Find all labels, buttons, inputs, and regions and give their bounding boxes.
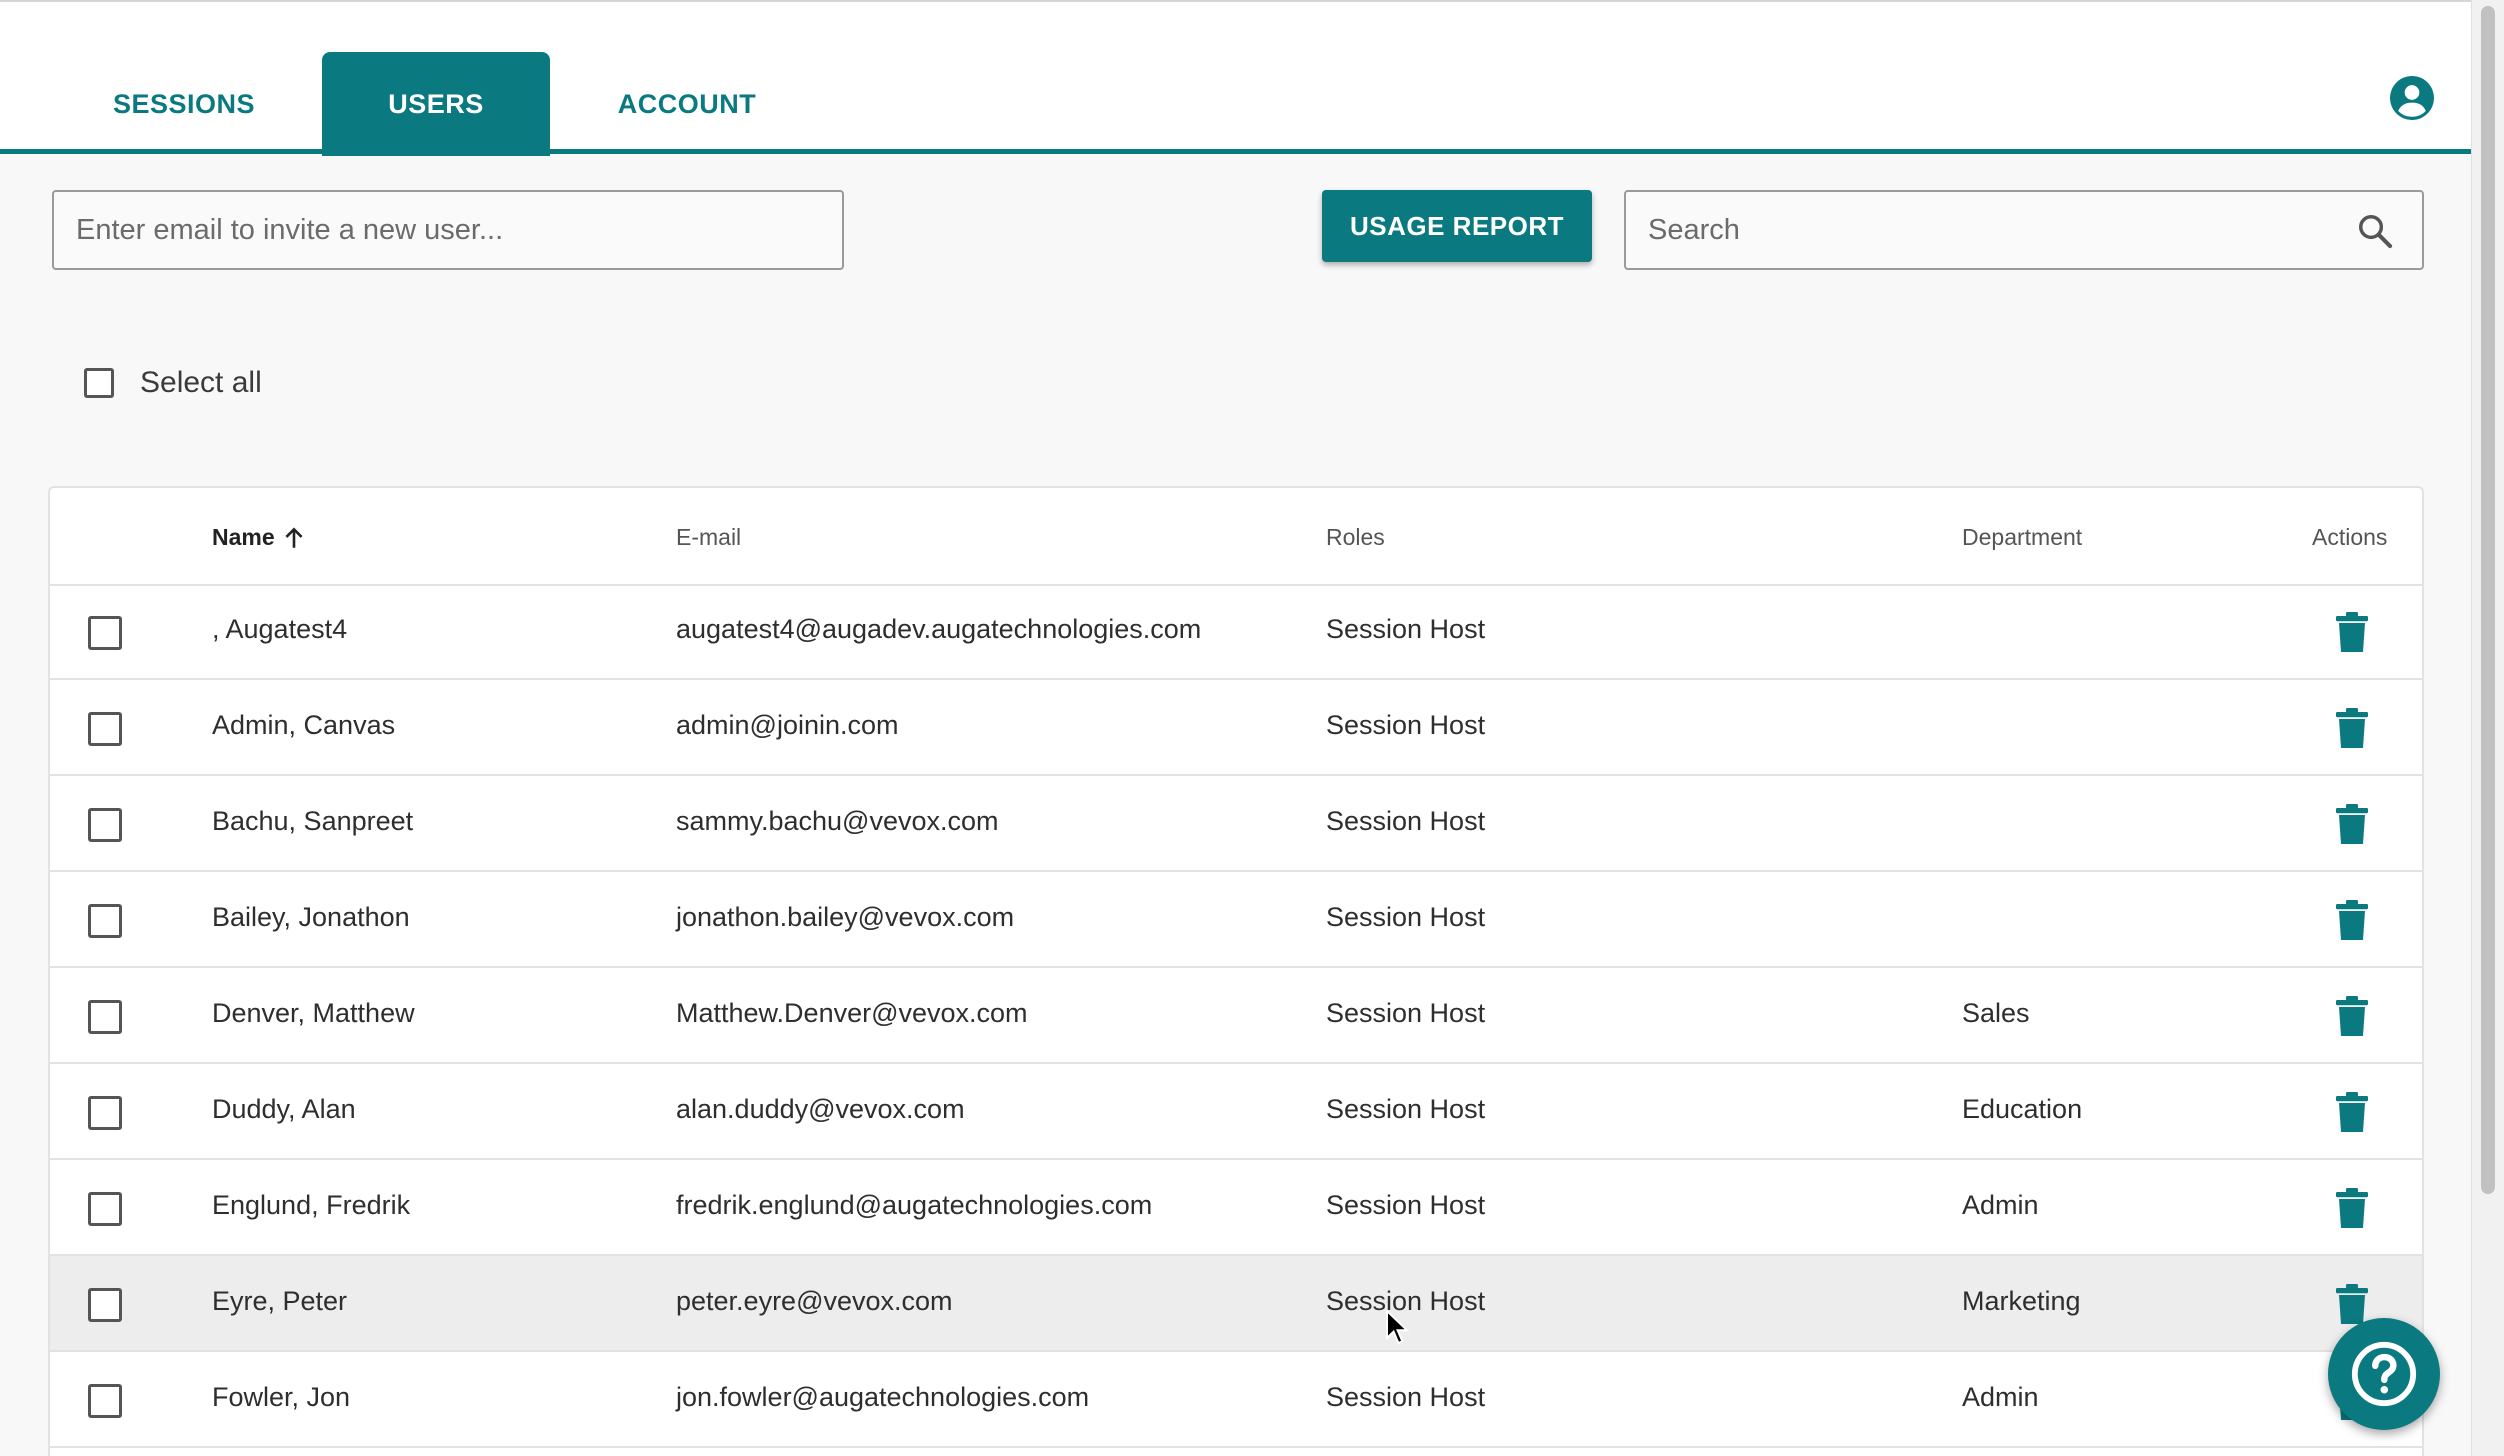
column-header-name[interactable]: Name — [212, 524, 307, 551]
cell-department: Marketing — [1962, 1286, 2081, 1316]
cell-email: peter.eyre@vevox.com — [676, 1286, 953, 1316]
cell-email: jon.fowler@augatechnologies.com — [676, 1382, 1090, 1412]
cell-name: Bailey, Jonathon — [212, 902, 410, 932]
cell-name: Bachu, Sanpreet — [212, 806, 414, 836]
trash-icon[interactable] — [2336, 996, 2368, 1036]
search-icon[interactable] — [2356, 212, 2394, 250]
cell-email: Matthew.Denver@vevox.com — [676, 998, 1028, 1028]
cell-department: Sales — [1962, 998, 2030, 1028]
search-box[interactable] — [1624, 190, 2424, 270]
sort-ascending-arrow-icon — [285, 526, 303, 548]
cell-name: Eyre, Peter — [212, 1286, 348, 1316]
table-row[interactable]: Eyre, Peter peter.eyre@vevox.com Session… — [50, 1256, 2422, 1352]
cell-role: Session Host — [1326, 902, 1486, 932]
column-header-name-label: Name — [212, 524, 275, 550]
column-header-department: Department — [1962, 524, 2083, 550]
mouse-cursor-icon — [1386, 1310, 1410, 1345]
row-checkbox[interactable] — [88, 1288, 122, 1322]
table-row[interactable]: Duddy, Alan alan.duddy@vevox.com Session… — [50, 1064, 2422, 1160]
row-checkbox[interactable] — [88, 904, 122, 938]
trash-icon[interactable] — [2336, 708, 2368, 748]
account-circle-icon[interactable] — [2390, 76, 2434, 120]
table-row[interactable]: Bachu, Sanpreet sammy.bachu@vevox.com Se… — [50, 776, 2422, 872]
cell-email: fredrik.englund@augatechnologies.com — [676, 1190, 1153, 1220]
column-header-actions: Actions — [2312, 524, 2388, 550]
cell-role: Session Host — [1326, 1190, 1486, 1220]
table-row[interactable]: Bailey, Jonathon jonathon.bailey@vevox.c… — [50, 872, 2422, 968]
cell-role: Session Host — [1326, 806, 1486, 836]
cell-department: Admin — [1962, 1190, 2039, 1220]
select-all-label: Select all — [140, 366, 262, 399]
cell-name: Duddy, Alan — [212, 1094, 356, 1124]
table-row[interactable]: Denver, Matthew Matthew.Denver@vevox.com… — [50, 968, 2422, 1064]
trash-icon[interactable] — [2336, 612, 2368, 652]
row-checkbox[interactable] — [88, 1384, 122, 1418]
column-header-email: E-mail — [676, 524, 742, 550]
cell-role: Session Host — [1326, 614, 1486, 644]
column-header-roles: Roles — [1326, 524, 1385, 550]
cell-department: Admin — [1962, 1382, 2039, 1412]
tab-sessions[interactable]: SESSIONS — [52, 52, 316, 156]
trash-icon[interactable] — [2336, 1284, 2368, 1324]
row-checkbox[interactable] — [88, 1096, 122, 1130]
tab-account[interactable]: ACCOUNT — [556, 52, 818, 156]
table-row[interactable]: Englund, Fredrik fredrik.englund@augatec… — [50, 1160, 2422, 1256]
cell-role: Session Host — [1326, 1094, 1486, 1124]
cell-name: , Augatest4 — [212, 614, 348, 644]
trash-icon[interactable] — [2336, 1188, 2368, 1228]
cell-email: jonathon.bailey@vevox.com — [676, 902, 1015, 932]
row-checkbox[interactable] — [88, 1000, 122, 1034]
row-checkbox[interactable] — [88, 808, 122, 842]
help-circle-icon — [2351, 1341, 2417, 1407]
top-nav-bar: SESSIONS USERS ACCOUNT — [0, 0, 2472, 156]
select-all-checkbox[interactable] — [84, 368, 114, 398]
search-input[interactable] — [1626, 192, 2326, 268]
cell-role: Session Host — [1326, 998, 1486, 1028]
table-row[interactable]: Fowler, Jon jon.fowler@augatechnologies.… — [50, 1352, 2422, 1448]
cell-name: Englund, Fredrik — [212, 1190, 411, 1220]
table-row[interactable]: Admin, Canvas admin@joinin.com Session H… — [50, 680, 2422, 776]
help-button[interactable] — [2328, 1318, 2440, 1430]
page-scrollbar[interactable] — [2471, 0, 2504, 1456]
table-header: Name E-mail Roles Department Actions — [50, 488, 2422, 586]
trash-icon[interactable] — [2336, 900, 2368, 940]
tab-users[interactable]: USERS — [322, 52, 550, 156]
invite-email-input[interactable] — [52, 190, 844, 270]
trash-icon[interactable] — [2336, 804, 2368, 844]
table-row[interactable]: , Augatest4 augatest4@augadev.augatechno… — [50, 584, 2422, 680]
cell-name: Fowler, Jon — [212, 1382, 351, 1412]
usage-report-button[interactable]: USAGE REPORT — [1322, 190, 1592, 262]
select-all-control[interactable]: Select all — [84, 366, 262, 400]
cell-email: admin@joinin.com — [676, 710, 899, 740]
row-checkbox[interactable] — [88, 1192, 122, 1226]
cell-email: augatest4@augadev.augatechnologies.com — [676, 614, 1202, 644]
row-checkbox[interactable] — [88, 712, 122, 746]
scrollbar-thumb[interactable] — [2481, 6, 2495, 1194]
cell-role: Session Host — [1326, 1382, 1486, 1412]
cell-name: Denver, Matthew — [212, 998, 415, 1028]
cell-email: sammy.bachu@vevox.com — [676, 806, 999, 836]
trash-icon[interactable] — [2336, 1092, 2368, 1132]
cell-name: Admin, Canvas — [212, 710, 396, 740]
cell-department: Education — [1962, 1094, 2083, 1124]
cell-email: alan.duddy@vevox.com — [676, 1094, 965, 1124]
app-root: SESSIONS USERS ACCOUNT USAGE REPORT Sele… — [0, 0, 2504, 1456]
cell-role: Session Host — [1326, 710, 1486, 740]
row-checkbox[interactable] — [88, 616, 122, 650]
users-table: Name E-mail Roles Department Actions , A… — [48, 486, 2424, 1456]
